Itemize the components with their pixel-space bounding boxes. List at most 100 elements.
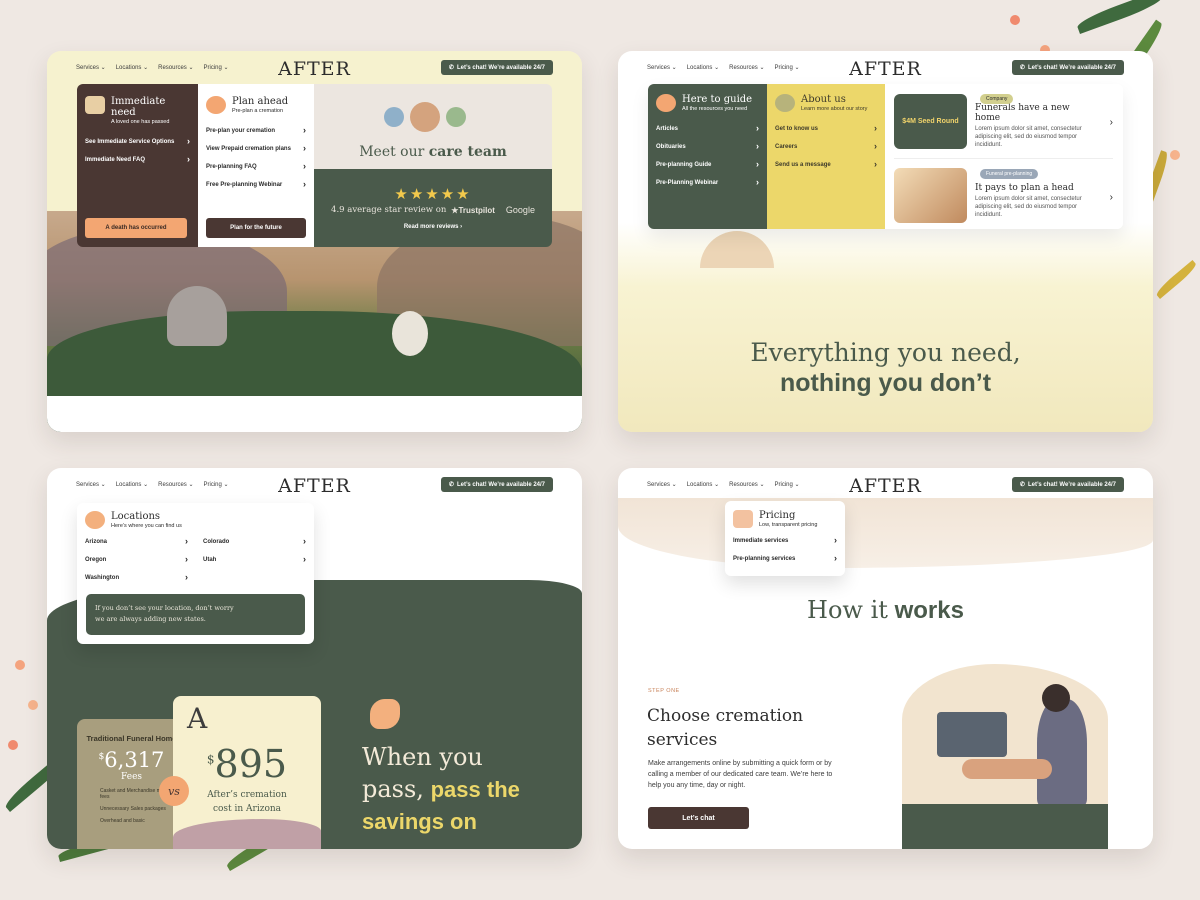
location-arizona[interactable]: Arizona (85, 539, 188, 545)
chat-button[interactable]: ✆ Let’s chat! We’re available 24/7 (1011, 60, 1124, 75)
top-nav: Services Locations Resources Pricing AFT… (47, 51, 582, 85)
immediate-need-panel: Immediate need A loved one has passed See… (77, 84, 198, 247)
locations-note: If you don’t see your location, don’t wo… (86, 594, 305, 635)
plan-ahead-subtitle: Pre-plan a cremation (232, 108, 284, 114)
star-rating: ★★★★★ (394, 186, 472, 203)
post-title: Funerals have a new home (975, 103, 1070, 123)
services-dropdown: Immediate need A loved one has passed See… (77, 84, 552, 247)
avatar (410, 102, 440, 132)
step-label: STEP ONE (648, 688, 680, 694)
location-utah[interactable]: Utah (203, 557, 306, 563)
immediate-need-subtitle: A loved one has passed (111, 119, 170, 125)
how-it-works-heading: How it works (807, 596, 964, 624)
about-title: About us (801, 94, 846, 105)
guide-title: Here to guide (682, 94, 753, 105)
savings-line-3: savings on (362, 809, 477, 834)
savings-line-1: When you (362, 743, 483, 771)
person-with-laptop-illustration (902, 664, 1108, 849)
location-oregon[interactable]: Oregon (85, 557, 188, 563)
avatar (446, 107, 466, 127)
pricing-link-immediate[interactable]: Immediate services (733, 538, 837, 544)
read-more-reviews-link[interactable]: Read more reviews › (314, 224, 552, 230)
dog-illustration (392, 311, 428, 356)
traditional-price: $6,317 (98, 748, 165, 772)
review-line: 4.9 average star review on ★Trustpilot G… (314, 205, 552, 215)
post-text: Lorem ipsum dolor sit amet, consectetur … (975, 126, 1082, 148)
post-badge: Company (980, 94, 1014, 104)
post-title: It pays to plan a head (975, 182, 1074, 193)
top-nav: Services Locations Resources Pricing AFT… (618, 51, 1153, 85)
traditional-title: Traditional Funeral Home (86, 734, 177, 743)
about-subtitle: Learn more about our story (801, 106, 868, 112)
about-header: About us Learn more about our story (775, 94, 877, 112)
about-link-message[interactable]: Send us a message (775, 162, 877, 168)
hummingbird-icon (775, 94, 795, 112)
after-a-mark: A (187, 702, 208, 735)
pricing-link-preplanning[interactable]: Pre-planning services (733, 556, 837, 562)
guide-header: Here to guide All the resources you need (656, 94, 759, 112)
phone-icon: ✆ (1019, 65, 1025, 71)
person-illustration (167, 286, 227, 346)
hero-headline: Everything you need, nothing you don’t (618, 338, 1153, 398)
post-card-2[interactable]: Funeral pre-planning It pays to plan a h… (894, 159, 1113, 223)
chevron-right-icon: › (1109, 192, 1113, 203)
plan-ahead-title: Plan ahead (232, 96, 289, 107)
locations-dropdown: Locations Here’s where you can find us Ar… (77, 503, 314, 644)
trustpilot-logo: ★Trustpilot (451, 205, 495, 215)
guide-link-preplanning-guide[interactable]: Pre-planning Guide (656, 162, 759, 168)
post-thumbnail (894, 168, 967, 223)
phone-icon: ✆ (1019, 482, 1025, 488)
immediate-link-2[interactable]: Immediate Need FAQ (85, 157, 190, 163)
guide-link-obituaries[interactable]: Obituaries (656, 144, 759, 150)
location-colorado[interactable]: Colorado (203, 539, 306, 545)
immediate-link-1[interactable]: See Immediate Service Options (85, 139, 190, 145)
card-locations-menu: Services Locations Resources Pricing AFT… (47, 468, 582, 849)
card-services-menu: Services Locations Resources Pricing AFT… (47, 51, 582, 432)
immediate-need-header: Immediate need A loved one has passed (85, 96, 190, 125)
resources-dropdown: Here to guide All the resources you need … (648, 84, 1123, 229)
guide-subtitle: All the resources you need (682, 106, 748, 112)
step-title: Choose cremation services (647, 706, 804, 750)
headline-line-2: nothing you don’t (779, 369, 992, 397)
sun-illustration (700, 231, 774, 268)
plan-link-2[interactable]: View Prepaid cremation plans (206, 146, 306, 152)
clapping-hands-icon (370, 699, 400, 729)
guide-link-webinar[interactable]: Pre-Planning Webinar (656, 180, 759, 186)
location-washington[interactable]: Washington (85, 575, 188, 581)
plan-link-1[interactable]: Pre-plan your cremation (206, 128, 306, 134)
plan-link-3[interactable]: Pre-planning FAQ (206, 164, 306, 170)
laptop-icon (85, 96, 105, 114)
chat-button[interactable]: ✆ Let’s chat! We’re available 24/7 (440, 60, 553, 75)
phone-icon: ✆ (448, 482, 454, 488)
heart-hands-icon (656, 94, 676, 112)
plan-future-button[interactable]: Plan for the future (206, 218, 306, 238)
care-team-panel: Meet our care team ★★★★★ 4.9 average sta… (314, 84, 552, 247)
fee-item: Unnecessary Sales packages (100, 806, 166, 812)
after-price: $895 (206, 742, 288, 786)
plan-link-4[interactable]: Free Pre-planning Webinar (206, 182, 306, 188)
post-text: Lorem ipsum dolor sit amet, consectetur … (975, 195, 1082, 218)
google-logo: Google (505, 205, 535, 215)
guide-panel: Here to guide All the resources you need … (648, 84, 767, 229)
chat-button[interactable]: ✆ Let’s chat! We’re available 24/7 (1011, 477, 1124, 492)
pricing-dropdown: Pricing Low, transparent pricing Immediat… (725, 501, 845, 576)
lets-chat-button[interactable]: Let’s chat (648, 807, 749, 829)
chat-button[interactable]: ✆ Let’s chat! We’re available 24/7 (440, 477, 553, 492)
chat-button-label: Let’s chat! We’re available 24/7 (456, 64, 545, 71)
waving-hands-icon (85, 511, 105, 529)
death-occurred-button[interactable]: A death has occurred (85, 218, 187, 238)
about-link-careers[interactable]: Careers (775, 144, 877, 150)
about-link-know-us[interactable]: Get to know us (775, 126, 877, 132)
post-card-1[interactable]: $4M Seed Round Company Funerals have a n… (894, 93, 1113, 159)
pricing-title: Pricing (759, 510, 796, 521)
posts-panel: $4M Seed Round Company Funerals have a n… (885, 84, 1123, 229)
post-badge: Funeral pre-planning (980, 169, 1039, 179)
team-avatars (384, 102, 466, 132)
chat-button-label: Let’s chat! We’re available 24/7 (1027, 64, 1116, 71)
savings-headline: When you pass, pass the savings on (362, 741, 520, 838)
chat-button-label: Let’s chat! We’re available 24/7 (456, 481, 545, 488)
guide-link-articles[interactable]: Articles (656, 126, 759, 132)
plan-ahead-panel: Plan ahead Pre-plan a cremation Pre-plan … (198, 84, 314, 247)
pricing-subtitle: Low, transparent pricing (759, 522, 818, 528)
top-nav: Services Locations Resources Pricing AFT… (618, 468, 1153, 502)
